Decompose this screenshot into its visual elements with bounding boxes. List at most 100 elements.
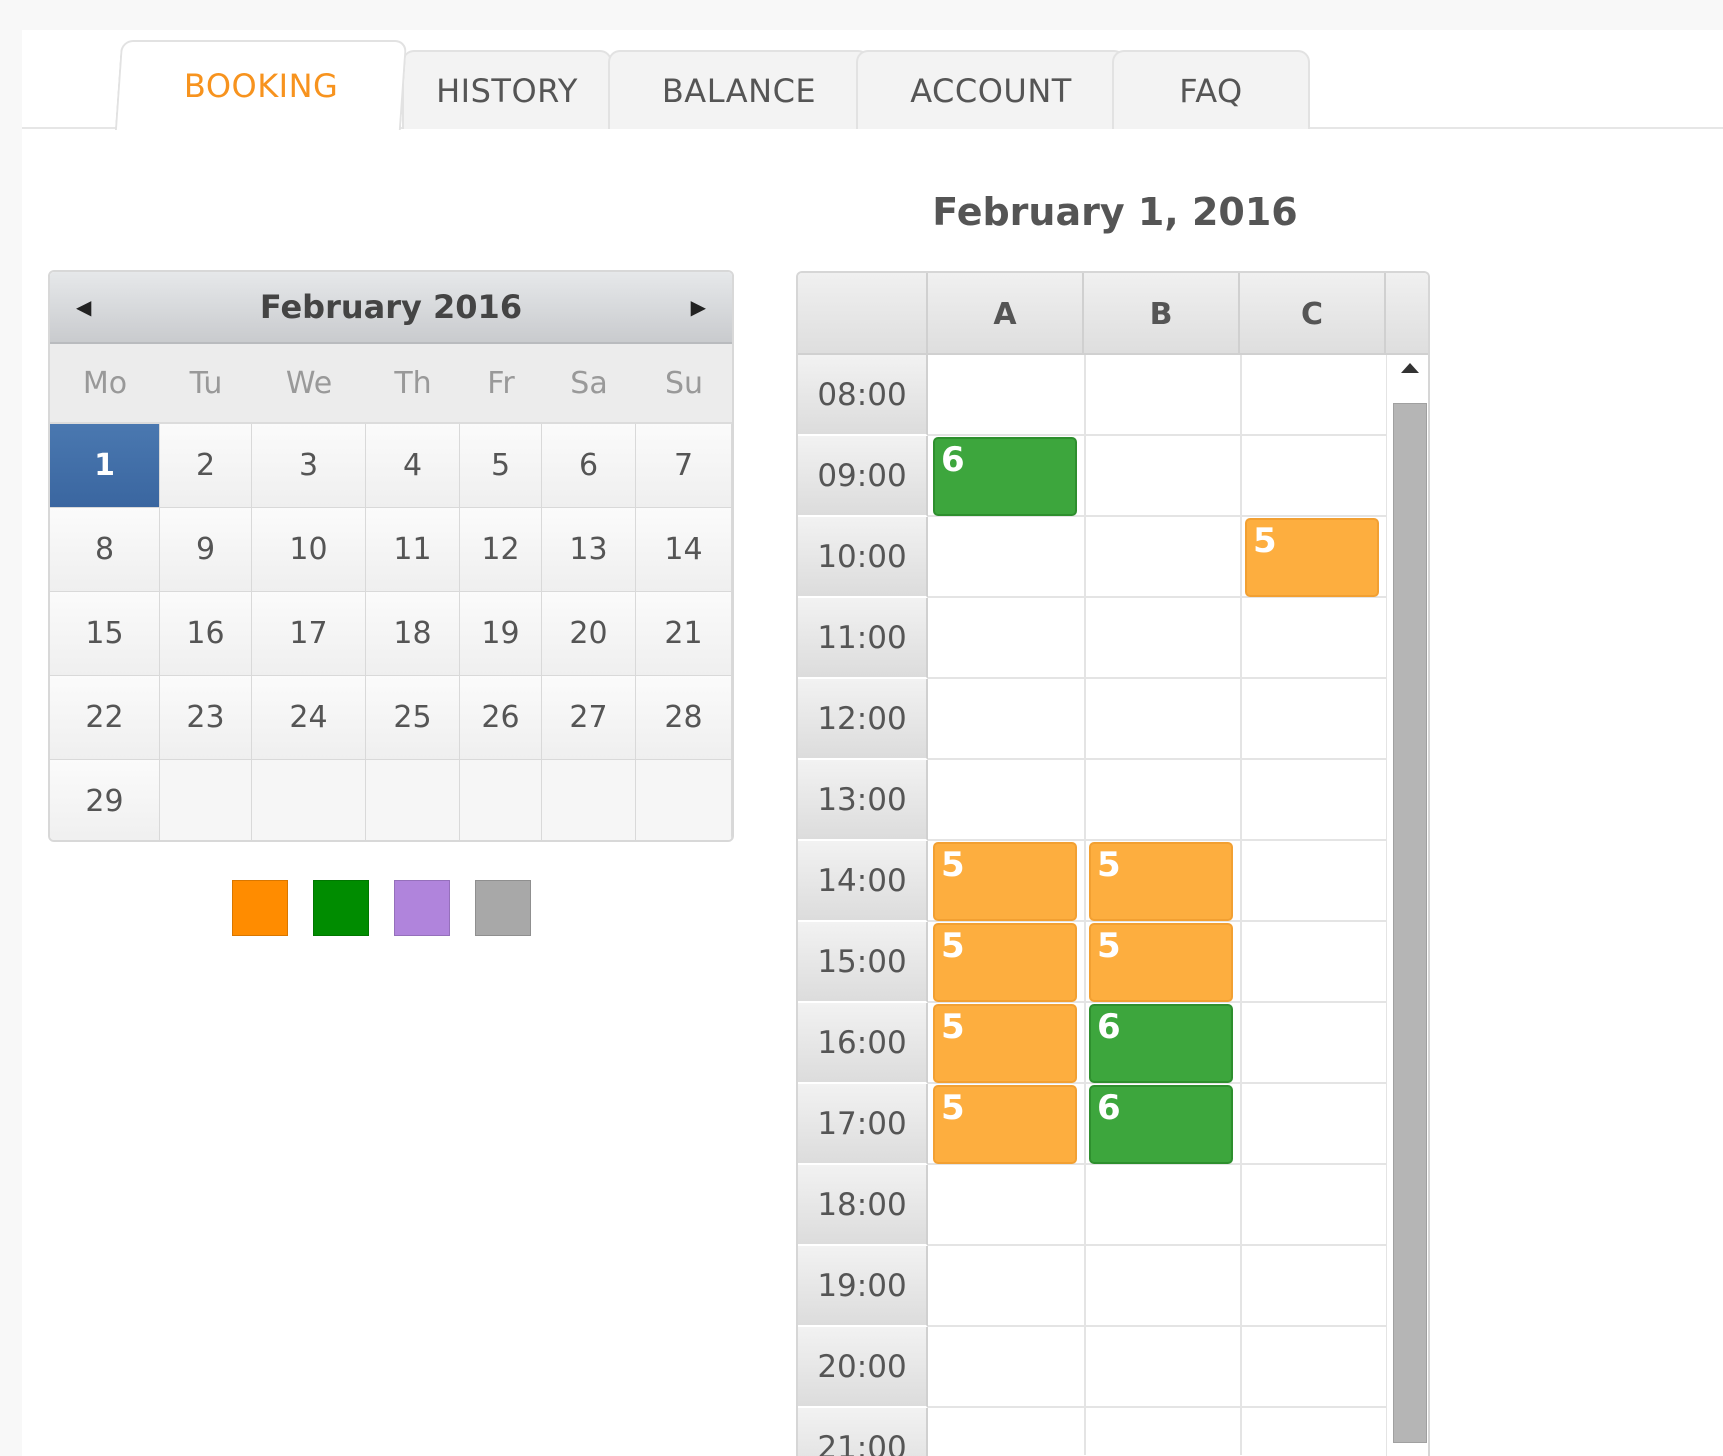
tab-history[interactable]: HISTORY [402,50,612,129]
calendar-empty-cell [636,760,732,840]
booking-event[interactable]: 5 [933,1085,1077,1164]
top-strip [0,0,1723,30]
calendar-empty-cell [160,760,252,840]
day-grid: 1 2 3 4 5 6 7 8 9 10 11 12 13 14 15 16 17 18 19 20 21 22 23 24 2… [50,424,732,840]
calendar-day[interactable]: 17 [252,592,366,676]
date-picker: ◀ February 2016 ▶ Mo Tu We Th Fr Sa Su 1234567… [48,270,734,842]
time-label: 11:00 [798,598,928,679]
time-label: 20:00 [798,1327,928,1408]
booking-event[interactable]: 5 [1245,518,1379,597]
tab-balance[interactable]: BALANCE [608,50,870,129]
left-strip [0,0,22,1456]
booking-event[interactable]: 5 [933,923,1077,1002]
booking-event[interactable]: 5 [1089,842,1233,921]
calendar-day[interactable]: 7 [636,424,732,508]
calendar-day[interactable]: 18 [366,592,460,676]
time-label: 13:00 [798,760,928,841]
scrollbar[interactable] [1386,355,1428,1456]
tab-label: HISTORY [436,71,578,110]
scrollbar-thumb[interactable] [1393,403,1427,1443]
time-label: 16:00 [798,1003,928,1084]
schedule-corner [798,273,928,355]
booking-event[interactable]: 6 [933,437,1077,516]
time-slot-row[interactable] [928,1327,1386,1408]
calendar-day[interactable]: 19 [460,592,542,676]
time-slot-row[interactable] [928,598,1386,679]
tab-booking[interactable]: BOOKING [114,40,408,130]
date-picker-header: ◀ February 2016 ▶ [50,272,732,344]
booking-event[interactable]: 6 [1089,1085,1233,1164]
calendar-day[interactable]: 2 [160,424,252,508]
time-slot-row[interactable] [928,355,1386,436]
tab-label: BOOKING [183,67,339,105]
tab-faq[interactable]: FAQ [1112,50,1310,129]
time-slot-row[interactable] [928,1165,1386,1246]
calendar-day[interactable]: 28 [636,676,732,760]
calendar-day[interactable]: 8 [50,508,160,592]
calendar-day[interactable]: 27 [542,676,636,760]
schedule-grid: ABC 08:00 09:00 10:00 11:00 12:00 13:00 14:00 1… [796,271,1430,1456]
column-divider [1084,355,1086,1455]
time-label: 09:00 [798,436,928,517]
weekday-label: Sa [570,365,608,401]
triangle-right-icon[interactable]: ▶ [691,295,706,319]
calendar-day[interactable]: 6 [542,424,636,508]
date-picker-title: February 2016 [259,288,523,326]
weekday-label: We [285,365,333,401]
legend-swatch [313,880,369,936]
calendar-day[interactable]: 12 [460,508,542,592]
calendar-day[interactable]: 16 [160,592,252,676]
weekday-label: Th [394,365,432,401]
scroll-up-icon[interactable] [1401,363,1419,373]
calendar-day[interactable]: 10 [252,508,366,592]
time-slot-row[interactable] [928,679,1386,760]
time-label: 10:00 [798,517,928,598]
calendar-day[interactable]: 5 [460,424,542,508]
calendar-empty-cell [252,760,366,840]
time-slot-row[interactable] [928,1246,1386,1327]
calendar-day[interactable]: 21 [636,592,732,676]
calendar-empty-cell [542,760,636,840]
calendar-day[interactable]: 25 [366,676,460,760]
booking-event[interactable]: 5 [933,842,1077,921]
time-label: 21:00 [798,1408,928,1456]
calendar-day[interactable]: 20 [542,592,636,676]
weekday-label: Mo [82,365,128,401]
time-slot-row[interactable] [928,1408,1386,1456]
tab-account[interactable]: ACCOUNT [856,50,1126,129]
calendar-day[interactable]: 29 [50,760,160,840]
calendar-day[interactable]: 15 [50,592,160,676]
resource-column-header: A [928,273,1084,355]
booking-event[interactable]: 5 [933,1004,1077,1083]
calendar-day[interactable]: 13 [542,508,636,592]
calendar-day[interactable]: 4 [366,424,460,508]
calendar-day[interactable]: 11 [366,508,460,592]
calendar-day[interactable]: 22 [50,676,160,760]
calendar-empty-cell [366,760,460,840]
time-label: 17:00 [798,1084,928,1165]
calendar-day[interactable]: 26 [460,676,542,760]
time-slot-row[interactable] [928,760,1386,841]
booking-event[interactable]: 6 [1089,1004,1233,1083]
calendar-day[interactable]: 14 [636,508,732,592]
calendar-day[interactable]: 24 [252,676,366,760]
schedule-date-title: February 1, 2016 [932,190,1298,234]
weekday-label: Tu [189,365,223,401]
time-label: 14:00 [798,841,928,922]
calendar-day[interactable]: 3 [252,424,366,508]
column-divider [1240,355,1242,1455]
booking-event[interactable]: 5 [1089,923,1233,1002]
color-legend [232,880,531,936]
calendar-empty-cell [460,760,542,840]
tab-label: ACCOUNT [910,71,1072,110]
calendar-day[interactable]: 9 [160,508,252,592]
triangle-left-icon[interactable]: ◀ [76,295,91,319]
calendar-day[interactable]: 1 [50,424,160,508]
time-label: 18:00 [798,1165,928,1246]
weekday-header: Mo Tu We Th Fr Sa Su [50,344,732,424]
resource-column-header: B [1084,273,1240,355]
schedule-column-header: ABC [798,273,1428,355]
time-label: 19:00 [798,1246,928,1327]
legend-swatch [232,880,288,936]
calendar-day[interactable]: 23 [160,676,252,760]
